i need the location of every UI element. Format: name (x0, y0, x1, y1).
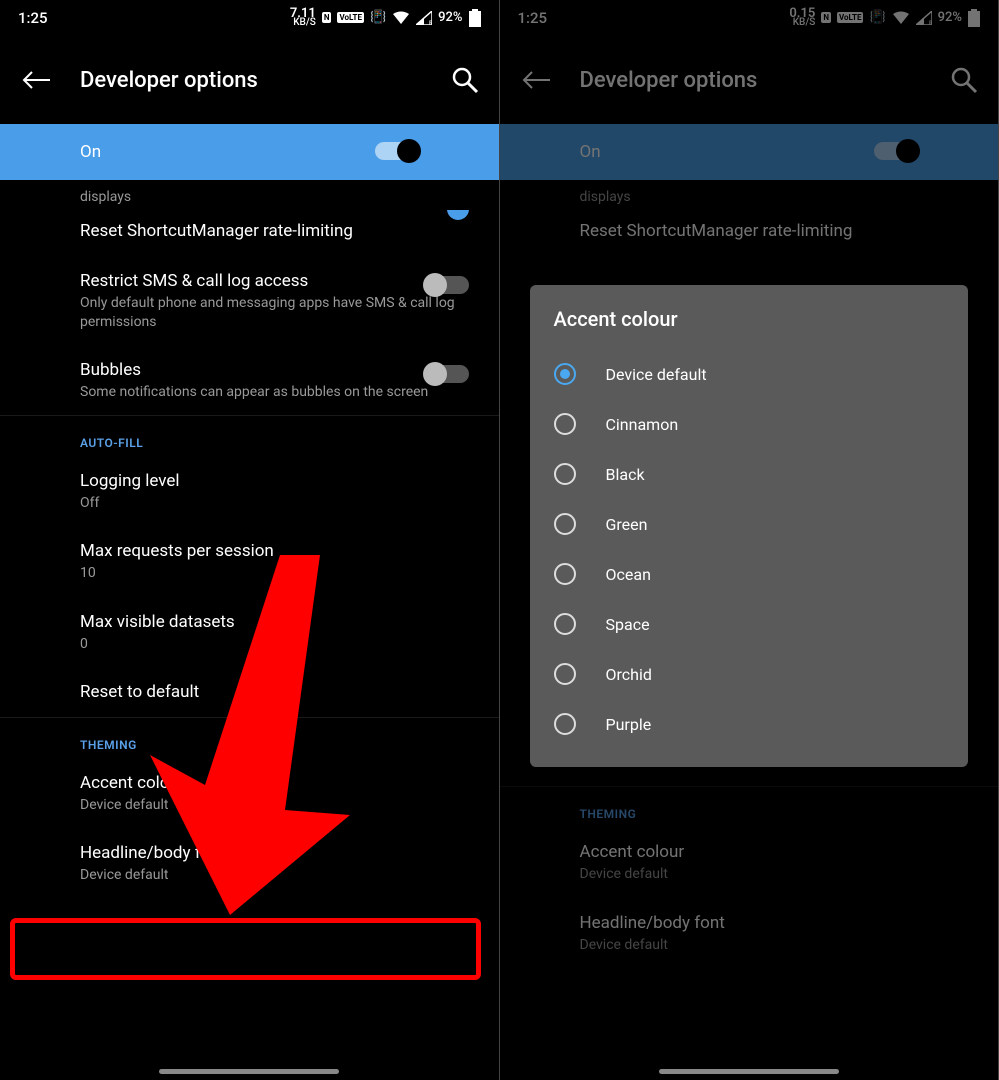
accent-colour-dialog: Accent colour Device default Cinnamon Bl… (530, 285, 969, 767)
nav-bar-handle[interactable] (659, 1069, 839, 1074)
radio-option-green[interactable]: Green (554, 499, 945, 549)
dialog-title: Accent colour (554, 307, 945, 331)
battery-percent: 92% (438, 10, 462, 25)
phone-right: 1:25 0.15 KB/S N VoLTE 📳 R 92% Developer… (500, 0, 999, 1080)
toggle-restrict-sms[interactable] (425, 276, 469, 296)
item-logging-level[interactable]: Logging level Off (80, 456, 479, 526)
radio-option-cinnamon[interactable]: Cinnamon (554, 399, 945, 449)
radio-icon (554, 663, 576, 685)
radio-option-orchid[interactable]: Orchid (554, 649, 945, 699)
section-autofill: AUTO-FILL (80, 416, 479, 456)
status-bar: 1:25 7.11 KB/S N VoLTE 📳 R 92% (0, 0, 499, 36)
volte-icon: VoLTE (337, 12, 363, 23)
radio-option-ocean[interactable]: Ocean (554, 549, 945, 599)
radio-option-purple[interactable]: Purple (554, 699, 945, 749)
item-reset-default[interactable]: Reset to default (80, 667, 479, 717)
item-max-requests[interactable]: Max requests per session 10 (80, 526, 479, 596)
status-right: 7.11 KB/S N VoLTE 📳 R 92% (290, 9, 481, 27)
wifi-icon (392, 11, 410, 25)
section-theming: THEMING (80, 718, 479, 758)
search-icon[interactable] (451, 66, 479, 94)
battery-icon (469, 9, 481, 27)
app-header: Developer options (0, 36, 499, 124)
annotation-highlight (10, 918, 481, 980)
back-icon[interactable] (22, 70, 50, 90)
banner-label: On (80, 142, 101, 162)
item-reset-shortcut[interactable]: Reset ShortcutManager rate-limiting (80, 206, 479, 256)
radio-icon (554, 363, 576, 385)
vibrate-icon: 📳 (370, 10, 386, 25)
clock: 1:25 (18, 9, 48, 27)
radio-option-black[interactable]: Black (554, 449, 945, 499)
settings-list: displays Reset ShortcutManager rate-limi… (0, 182, 499, 899)
radio-option-space[interactable]: Space (554, 599, 945, 649)
master-toggle[interactable] (375, 142, 419, 162)
signal-icon: R (416, 11, 432, 25)
item-bubbles[interactable]: Bubbles Some notifications can appear as… (80, 345, 479, 415)
item-headline-font[interactable]: Headline/body font Device default (80, 828, 479, 898)
item-max-datasets[interactable]: Max visible datasets 0 (80, 597, 479, 667)
radio-icon (554, 713, 576, 735)
radio-icon (554, 413, 576, 435)
net-speed: 7.11 KB/S (290, 9, 316, 27)
master-toggle-banner[interactable]: On (0, 124, 499, 180)
item-accent-colour[interactable]: Accent colour Device default (80, 758, 479, 828)
page-title: Developer options (80, 68, 421, 93)
nfc-icon: N (322, 12, 332, 23)
svg-text:R: R (429, 20, 432, 25)
item-restrict-sms[interactable]: Restrict SMS & call log access Only defa… (80, 256, 479, 344)
radio-icon (554, 513, 576, 535)
radio-icon (554, 613, 576, 635)
phone-left: 1:25 7.11 KB/S N VoLTE 📳 R 92% Developer… (0, 0, 500, 1080)
partial-item-sub: displays (80, 182, 479, 206)
radio-icon (554, 563, 576, 585)
radio-icon (554, 463, 576, 485)
nav-bar-handle[interactable] (159, 1069, 339, 1074)
toggle-bubbles[interactable] (425, 365, 469, 385)
radio-option-device-default[interactable]: Device default (554, 349, 945, 399)
